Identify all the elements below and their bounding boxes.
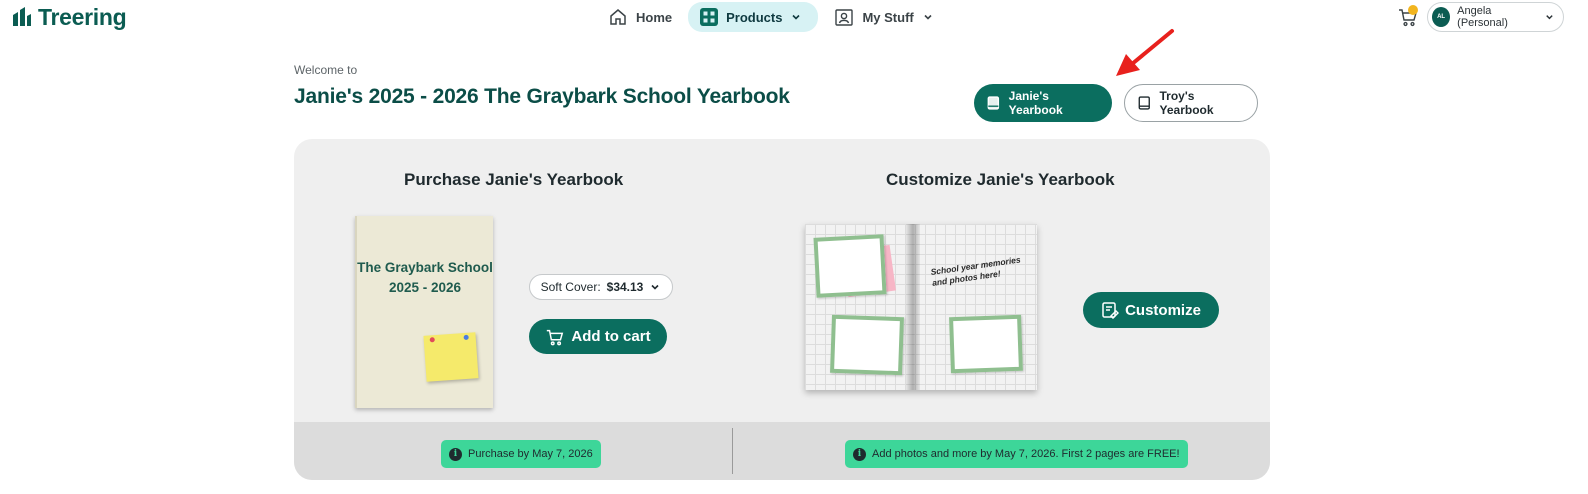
nav-my-stuff-label: My Stuff [862, 9, 914, 25]
page-title: Janie's 2025 - 2026 The Graybark School … [294, 85, 790, 108]
grid-icon [700, 8, 719, 26]
info-icon: i [853, 447, 866, 461]
cart-icon [547, 329, 564, 345]
book-icon [1138, 96, 1150, 110]
yearbook-cover-image: The Graybark School 2025 - 2026 [355, 216, 493, 408]
yearbook-card: Purchase Janie's Yearbook Customize Jani… [294, 139, 1270, 480]
yearbook-spread-image: School year memories and photos here! [805, 224, 1037, 390]
troys-yearbook-label: Troy's Yearbook [1159, 89, 1214, 117]
troys-yearbook-button[interactable]: Troy's Yearbook [1124, 84, 1258, 122]
spread-caption: School year memories and photos here! [929, 254, 1022, 288]
nav-products[interactable]: Products [688, 2, 819, 32]
nav-products-label: Products [726, 9, 783, 25]
add-to-cart-label: Add to cart [571, 328, 651, 345]
book-icon [987, 96, 1000, 110]
book-cover-title: The Graybark School 2025 - 2026 [357, 260, 493, 295]
account-label: Angela (Personal) [1457, 5, 1508, 29]
purchase-deadline-badge: i Purchase by May 7, 2026 [441, 440, 601, 468]
treering-logo[interactable]: Treering [12, 3, 127, 30]
avatar: AL [1432, 7, 1451, 27]
info-icon: i [449, 447, 462, 461]
chevron-down-icon [792, 14, 801, 20]
profile-icon [835, 9, 854, 26]
cart-badge [1408, 5, 1418, 15]
customize-title: Customize Janie's Yearbook [886, 170, 1115, 189]
purchase-title: Purchase Janie's Yearbook [404, 170, 624, 189]
chevron-down-icon [924, 14, 932, 20]
purchase-deadline-text: Purchase by May 7, 2026 [468, 448, 593, 460]
customize-deadline-text: Add photos and more by May 7, 2026. Firs… [872, 448, 1180, 460]
sticky-note [423, 332, 479, 382]
customize-label: Customize [1125, 301, 1201, 319]
logo-text: Treering [38, 3, 127, 30]
cover-type-select[interactable]: Soft Cover: $34.13 [529, 274, 673, 300]
cover-label: Soft Cover: [540, 280, 601, 294]
welcome-text: Welcome to [294, 63, 358, 77]
footer-divider [732, 428, 733, 474]
main-nav: Home Products My Stuff [604, 2, 938, 32]
janies-yearbook-label: Janie's Yearbook [1008, 89, 1063, 117]
nav-home[interactable]: Home [604, 2, 676, 32]
treering-logo-icon [13, 7, 31, 26]
account-menu[interactable]: AL Angela (Personal) [1427, 2, 1564, 32]
cover-price: $34.13 [606, 280, 644, 294]
janies-yearbook-button[interactable]: Janie's Yearbook [974, 84, 1112, 122]
home-icon [610, 9, 626, 25]
customize-deadline-badge: i Add photos and more by May 7, 2026. Fi… [845, 440, 1188, 468]
nav-home-label: Home [636, 9, 673, 25]
customize-button[interactable]: Customize [1083, 292, 1219, 328]
edit-page-icon [1102, 302, 1120, 319]
nav-my-stuff[interactable]: My Stuff [830, 2, 937, 32]
add-to-cart-button[interactable]: Add to cart [529, 319, 667, 354]
annotation-arrow-icon [1116, 29, 1174, 76]
chevron-down-icon [1546, 15, 1553, 20]
chevron-down-icon [651, 284, 659, 290]
